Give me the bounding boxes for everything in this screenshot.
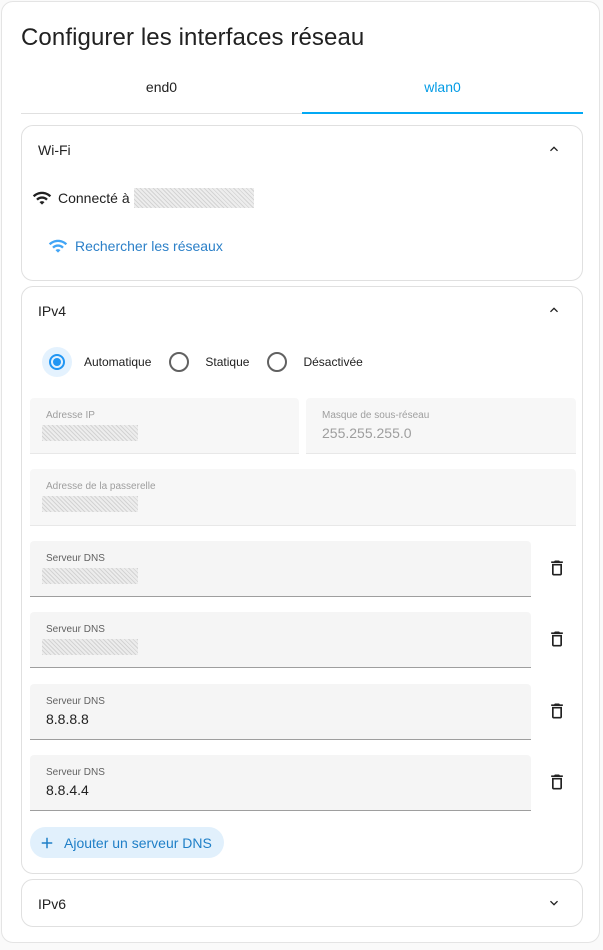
- trash-icon[interactable]: [547, 771, 567, 793]
- wifi-connection-status: Connecté à: [32, 188, 254, 208]
- add-dns-server-label: Ajouter un serveur DNS: [64, 834, 212, 851]
- redacted-value: [42, 425, 138, 441]
- dns-server-field[interactable]: Serveur DNS: [30, 541, 531, 597]
- field-label: Adresse de la passerelle: [46, 481, 156, 492]
- wifi-panel: Wi-Fi Connecté à Rechercher les réseaux: [21, 125, 583, 281]
- plus-icon: [41, 837, 53, 848]
- chevron-down-icon[interactable]: [546, 895, 562, 911]
- trash-icon[interactable]: [547, 700, 567, 722]
- trash-icon[interactable]: [547, 628, 567, 650]
- wifi-panel-title: Wi-Fi: [38, 142, 71, 158]
- radio-circle: [49, 354, 65, 370]
- radio-label: Statique: [205, 355, 250, 369]
- field-label: Masque de sous-réseau: [322, 410, 430, 421]
- field-label: Serveur DNS: [46, 767, 105, 778]
- ipv6-panel-title: IPv6: [38, 896, 67, 912]
- radio-label: Automatique: [84, 355, 152, 369]
- gateway-field[interactable]: Adresse de la passerelle: [30, 469, 576, 526]
- field-label: Serveur DNS: [46, 624, 105, 635]
- field-value: 8.8.8.8: [46, 711, 89, 727]
- wifi-panel-header[interactable]: Wi-Fi: [22, 126, 582, 172]
- wifi-icon: [32, 191, 52, 205]
- ipv4-panel-title: IPv4: [38, 303, 67, 319]
- redacted-value: [42, 639, 138, 655]
- redacted-value: [42, 496, 138, 512]
- ip-address-field[interactable]: Adresse IP: [30, 398, 299, 454]
- radio-circle: [169, 352, 190, 372]
- field-label: Serveur DNS: [46, 696, 105, 707]
- dns-server-field[interactable]: Serveur DNS 8.8.8.8: [30, 684, 531, 740]
- add-dns-server-button[interactable]: Ajouter un serveur DNS: [30, 827, 224, 858]
- field-label: Serveur DNS: [46, 553, 105, 564]
- redacted-value: [42, 568, 138, 584]
- interface-tabs: end0 wlan0: [21, 66, 583, 114]
- ipv6-panel: IPv6: [21, 879, 583, 927]
- page-title: Configurer les interfaces réseau: [21, 24, 365, 51]
- radio-circle: [267, 352, 288, 372]
- radio-statique[interactable]: Statique: [169, 351, 249, 373]
- scan-networks-label: Rechercher les réseaux: [75, 238, 223, 254]
- radio-automatique[interactable]: Automatique: [42, 347, 151, 377]
- ipv4-panel-header[interactable]: IPv4: [22, 287, 582, 333]
- subnet-mask-field[interactable]: Masque de sous-réseau 255.255.255.0: [306, 398, 576, 454]
- chevron-up-icon[interactable]: [546, 302, 562, 318]
- network-config-dialog: Configurer les interfaces réseau end0 wl…: [1, 1, 600, 943]
- dns-server-field[interactable]: Serveur DNS 8.8.4.4: [30, 755, 531, 811]
- ipv4-mode-radio-group: Automatique Statique Désactivée: [42, 347, 381, 377]
- ipv6-panel-header[interactable]: IPv6: [22, 880, 582, 926]
- scan-networks-button[interactable]: Rechercher les réseaux: [47, 236, 223, 256]
- wifi-icon: [48, 239, 68, 253]
- chevron-up-icon[interactable]: [546, 141, 562, 157]
- redacted-ssid: [133, 188, 254, 208]
- connected-label: Connecté à: [58, 190, 130, 206]
- field-value: 255.255.255.0: [322, 425, 412, 441]
- dns-server-field[interactable]: Serveur DNS: [30, 612, 531, 668]
- trash-icon[interactable]: [547, 557, 567, 579]
- ipv4-panel: IPv4 Automatique Statique Désactivée Adr…: [21, 286, 583, 874]
- field-value: 8.8.4.4: [46, 782, 89, 798]
- tab-end0[interactable]: end0: [21, 66, 302, 113]
- tab-wlan0[interactable]: wlan0: [302, 66, 583, 114]
- radio-desactivee[interactable]: Désactivée: [267, 351, 363, 373]
- radio-label: Désactivée: [303, 355, 363, 369]
- field-label: Adresse IP: [46, 410, 95, 421]
